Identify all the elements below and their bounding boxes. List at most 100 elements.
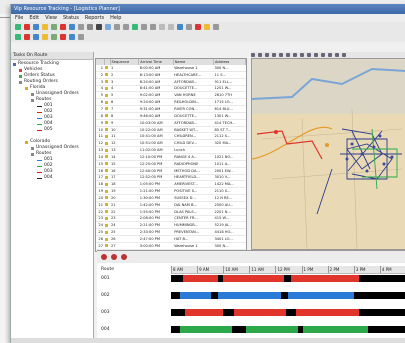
table-row[interactable]: 11 11 10:41:00 AM CHILDREN... 2112 S... (96, 132, 246, 141)
gantt-segment[interactable] (290, 275, 312, 282)
gantt-segment[interactable] (354, 292, 405, 299)
toolbar-button-icon[interactable] (213, 24, 219, 30)
menu-item-file[interactable]: File (15, 14, 23, 22)
table-row[interactable]: 4 4 8:41:00 AM DOUCETTE... 1201 W... (96, 85, 246, 93)
map-tool-icon[interactable] (335, 53, 339, 57)
gantt-segment[interactable] (269, 326, 298, 333)
table-row[interactable]: 23 23 2:08:00 PM CENTER FR... 415 W... (96, 215, 246, 223)
gantt-segment[interactable] (222, 275, 256, 282)
gantt-segment[interactable] (295, 309, 315, 316)
map-tool-icon[interactable] (293, 53, 297, 57)
toolbar-button-icon[interactable] (123, 24, 129, 30)
gantt-tool-icon[interactable] (121, 254, 127, 260)
gantt-segment[interactable] (272, 309, 287, 316)
gantt-segment[interactable] (316, 292, 355, 299)
gantt-tool-icon[interactable] (111, 254, 117, 260)
gantt-segment[interactable] (253, 292, 282, 299)
gantt-segment[interactable] (314, 309, 322, 316)
gantt-segment[interactable] (321, 309, 359, 316)
gantt-segment[interactable] (171, 326, 181, 333)
table-row[interactable]: 15 15 12:25:00 PM RADIOPHONE 1011 A... (96, 160, 246, 168)
table-row[interactable]: 16 16 12:40:00 PM METHOD DA... 2001 EW... (96, 167, 246, 175)
table-row[interactable]: 7 7 9:31:00 AM RIVER CON... 614 BLU... (96, 105, 246, 113)
table-row[interactable]: 5 5 9:02:00 AM VAN HORNE 2610 7TH (96, 91, 246, 100)
gantt-segment[interactable] (281, 292, 289, 299)
toolbar-button-icon[interactable] (51, 24, 57, 30)
table-row[interactable]: 17 17 12:52:00 PM HEARTFIELD... 3010 V... (96, 174, 246, 182)
table-row[interactable]: 18 18 1:05:00 PM AMERIVEST... 1422 MA... (96, 180, 246, 189)
table-row[interactable]: 24 24 2:21:00 PM HUMMINGB... 5219 JA... (96, 221, 246, 230)
gantt-segment[interactable] (246, 326, 265, 333)
gantt-segment[interactable] (326, 275, 359, 282)
gantt-segment[interactable] (222, 309, 235, 316)
table-row[interactable]: 19 19 1:21:00 PM POSITIVE S... 2110 S... (96, 187, 246, 196)
table-row[interactable]: 22 22 1:55:00 PM DLAS PALS... 2201 N... (96, 208, 246, 216)
map-tool-icon[interactable] (265, 53, 269, 57)
gantt-segment[interactable] (286, 309, 296, 316)
table-row[interactable]: 20 20 1:30:00 PM SUSSEX D... 12 N RE... (96, 194, 246, 202)
table-row[interactable]: 13 13 11:02:00 AM Lunch (96, 146, 246, 154)
map-tool-icon[interactable] (307, 53, 311, 57)
map-tool-icon[interactable] (251, 53, 255, 57)
toolbar-button-icon[interactable] (60, 24, 66, 30)
gantt-segment[interactable] (241, 292, 254, 299)
menu-item-reports[interactable]: Reports (85, 14, 104, 22)
gantt-segment[interactable] (358, 309, 405, 316)
toolbar-button-icon[interactable] (150, 24, 156, 30)
gantt-segment[interactable] (171, 275, 183, 282)
gantt-segment[interactable] (302, 326, 317, 333)
table-row[interactable]: 25 25 2:33:00 PM PREVENTAN... 4418 HO... (96, 228, 246, 237)
tree-node[interactable]: 004 (11, 175, 93, 181)
toolbar-button-icon[interactable] (42, 34, 48, 40)
toolbar-button-icon[interactable] (159, 24, 165, 30)
toolbar-button-icon[interactable] (78, 24, 84, 30)
gantt-segment[interactable] (182, 275, 190, 282)
toolbar-button-icon[interactable] (42, 24, 48, 30)
toolbar-button-icon[interactable] (33, 34, 39, 40)
toolbar-button-icon[interactable] (87, 24, 93, 30)
gantt-segment[interactable] (358, 275, 405, 282)
toolbar-button-icon[interactable] (105, 24, 111, 30)
map-tool-icon[interactable] (279, 53, 283, 57)
gantt-segment[interactable] (234, 309, 261, 316)
table-row[interactable]: 2 2 8:13:00 AM HEALTHCARE... 11 S... (96, 71, 246, 79)
gantt-segment[interactable] (283, 275, 291, 282)
menu-item-status[interactable]: Status (63, 14, 79, 22)
gantt-route-bar[interactable] (171, 326, 405, 333)
map-tool-icon[interactable] (300, 53, 304, 57)
gantt-route-bar[interactable] (171, 309, 405, 316)
map-tool-icon[interactable] (314, 53, 318, 57)
toolbar-button-icon[interactable] (177, 24, 183, 30)
toolbar-button-icon[interactable] (51, 34, 57, 40)
gantt-segment[interactable] (210, 292, 218, 299)
gantt-segment[interactable] (180, 292, 193, 299)
toolbar-button-icon[interactable] (114, 24, 120, 30)
toolbar-button-icon[interactable] (15, 24, 21, 30)
toolbar-button-icon[interactable] (69, 34, 75, 40)
gantt-segment[interactable] (189, 275, 218, 282)
table-row[interactable]: 21 21 1:42:00 PM DAI NAM B... 2500 AU... (96, 201, 246, 209)
table-row[interactable]: 9 9 10:03:00 AM AFFORDAB... 414 TECH... (96, 119, 246, 127)
gantt-segment[interactable] (189, 309, 223, 316)
map-tool-icon[interactable] (258, 53, 262, 57)
map-tool-icon[interactable] (328, 53, 332, 57)
gantt-segment[interactable] (260, 275, 284, 282)
toolbar-button-icon[interactable] (24, 24, 30, 30)
gantt-segment[interactable] (316, 326, 327, 333)
toolbar-button-icon[interactable] (186, 24, 192, 30)
toolbar-button-icon[interactable] (141, 24, 147, 30)
toolbar-button-icon[interactable] (33, 24, 39, 30)
gantt-route-bar[interactable] (171, 292, 405, 299)
gantt-segment[interactable] (368, 326, 405, 333)
toolbar-button-icon[interactable] (78, 34, 84, 40)
gantt-segment[interactable] (260, 309, 273, 316)
map-tool-icon[interactable] (321, 53, 325, 57)
gantt-tool-icon[interactable] (101, 254, 107, 260)
gantt-segment[interactable] (185, 326, 233, 333)
table-row[interactable]: 26 26 2:47:00 PM HAT B... 3401 LO... (96, 235, 246, 243)
gantt-segment[interactable] (232, 326, 247, 333)
gantt-segment[interactable] (192, 292, 211, 299)
gantt-segment[interactable] (311, 275, 327, 282)
toolbar-button-icon[interactable] (132, 24, 138, 30)
gantt-segment[interactable] (326, 326, 369, 333)
